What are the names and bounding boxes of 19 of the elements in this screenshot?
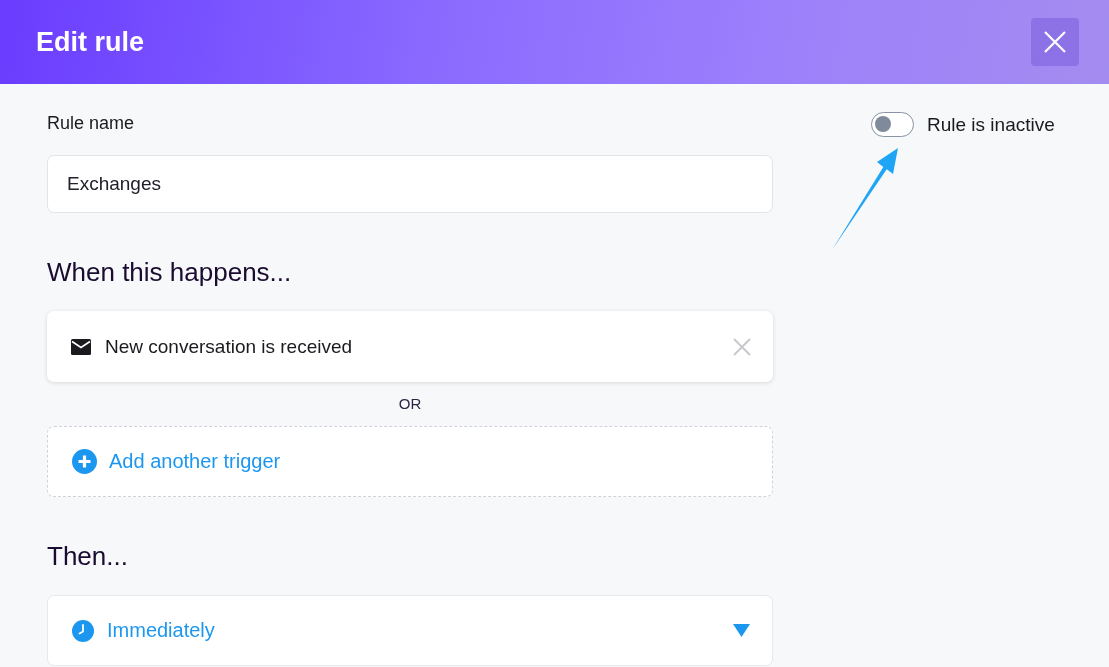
close-icon bbox=[1044, 31, 1066, 53]
timing-dropdown[interactable]: Immediately bbox=[47, 595, 773, 666]
active-toggle[interactable] bbox=[871, 112, 914, 137]
add-trigger-button[interactable]: Add another trigger bbox=[47, 426, 773, 497]
remove-trigger-button[interactable] bbox=[733, 337, 751, 356]
trigger-label: New conversation is received bbox=[105, 335, 354, 358]
clock-icon bbox=[72, 619, 94, 642]
envelope-icon bbox=[71, 338, 91, 355]
close-icon bbox=[733, 337, 751, 356]
section-heading: When this happens... bbox=[47, 256, 292, 288]
close-button[interactable] bbox=[1031, 18, 1079, 66]
toggle-label: Rule is inactive bbox=[927, 113, 1055, 137]
field-label: Rule name bbox=[47, 112, 135, 134]
dialog-title: Edit rule bbox=[36, 26, 144, 58]
plus-circle-icon bbox=[72, 449, 97, 474]
caret-icon bbox=[733, 624, 750, 637]
separator-text: OR bbox=[398, 395, 422, 413]
rule-name-input[interactable]: Exchanges bbox=[47, 155, 773, 213]
section-heading: Then... bbox=[47, 540, 128, 572]
